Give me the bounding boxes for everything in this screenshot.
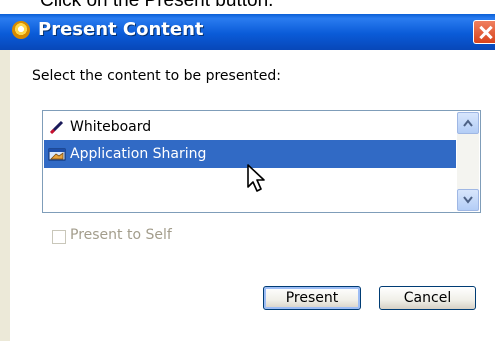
list-item-label: Application Sharing (70, 146, 207, 162)
cancel-button[interactable]: Cancel (379, 286, 476, 310)
app-icon (12, 21, 30, 39)
application-sharing-icon (48, 148, 66, 161)
list-item-label: Whiteboard (70, 119, 152, 135)
close-icon[interactable] (473, 20, 495, 44)
present-to-self-checkbox[interactable] (52, 230, 66, 244)
scrollbar-track[interactable] (457, 134, 479, 189)
scroll-down-button[interactable] (457, 189, 479, 211)
pen-icon (50, 120, 64, 134)
present-button[interactable]: Present (263, 286, 361, 310)
scroll-up-button[interactable] (457, 112, 479, 134)
chevron-up-icon (463, 119, 473, 127)
chevron-down-icon (463, 196, 473, 204)
content-listbox[interactable]: Whiteboard Application Sharing (42, 110, 481, 213)
prompt-label: Select the content to be presented: (32, 68, 282, 84)
title-bar[interactable]: Present Content (0, 14, 495, 50)
instruction-text: Click on the Present button. (40, 0, 274, 11)
dialog-title: Present Content (38, 19, 204, 40)
present-to-self-label: Present to Self (70, 227, 172, 243)
mouse-cursor-icon (247, 164, 265, 192)
list-item-whiteboard[interactable]: Whiteboard (44, 113, 456, 141)
